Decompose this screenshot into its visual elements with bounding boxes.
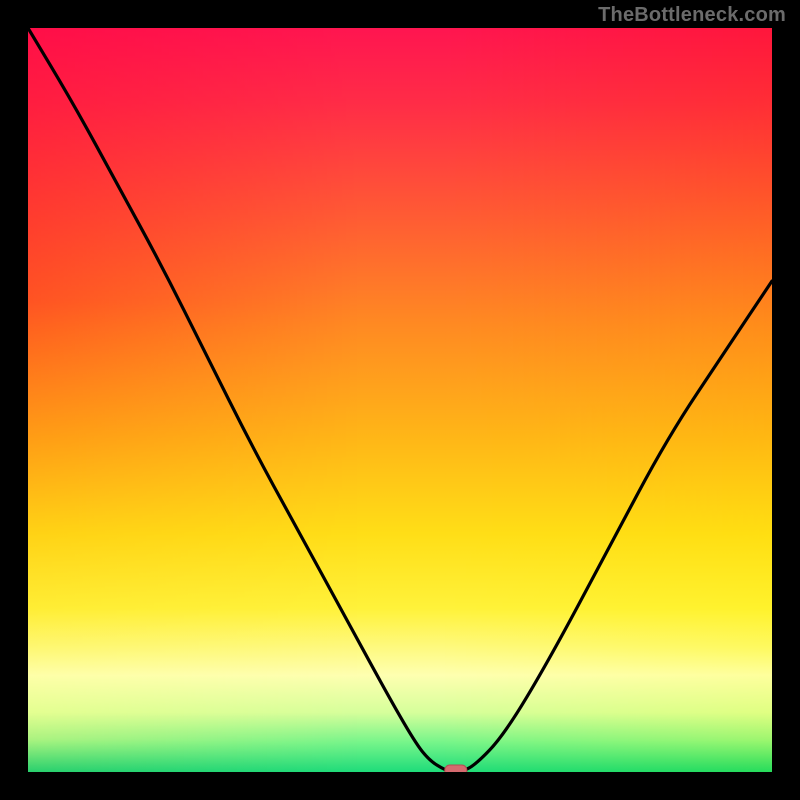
watermark-text: TheBottleneck.com	[598, 4, 786, 27]
chart-frame: TheBottleneck.com	[0, 0, 800, 800]
plot-area	[28, 28, 772, 772]
